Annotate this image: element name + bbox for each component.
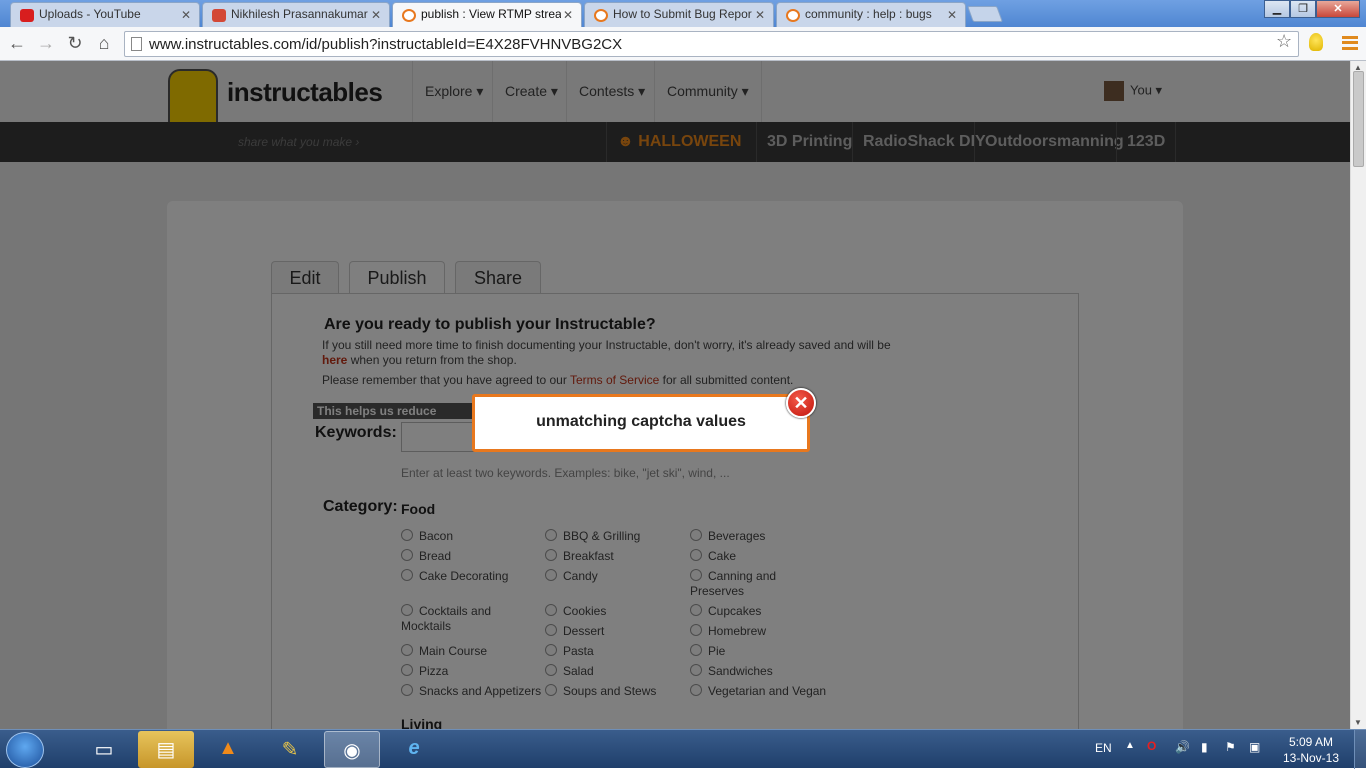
- chrome-menu-icon[interactable]: [1342, 36, 1358, 50]
- tab-label: Uploads - YouTube: [39, 7, 141, 21]
- scroll-down-icon[interactable]: ▼: [1354, 718, 1362, 727]
- show-desktop-button[interactable]: [1354, 730, 1366, 769]
- close-tab-icon[interactable]: ✕: [563, 8, 573, 22]
- new-tab-button[interactable]: [967, 6, 1003, 22]
- browser-tab-google-plus[interactable]: Nikhilesh Prasannakumar ✕: [202, 2, 390, 27]
- clock-time: 5:09 AM: [1288, 735, 1334, 749]
- scrollbar-thumb[interactable]: [1353, 71, 1364, 167]
- captcha-error-dialog: unmatching captcha values: [472, 394, 810, 452]
- volume-icon[interactable]: 🔊: [1175, 740, 1190, 754]
- opera-icon[interactable]: O: [1147, 739, 1156, 753]
- device-icon[interactable]: ▮: [1201, 740, 1208, 754]
- browser-tab-publish[interactable]: publish : View RTMP strea ✕: [392, 2, 582, 28]
- close-tab-icon[interactable]: ✕: [947, 8, 957, 22]
- windows-start-button[interactable]: [6, 732, 44, 768]
- close-dialog-icon[interactable]: ✕: [786, 388, 816, 418]
- close-tab-icon[interactable]: ✕: [181, 8, 191, 22]
- google-plus-icon: [212, 9, 226, 22]
- taskbar-clock[interactable]: 5:09 AM 13-Nov-13: [1276, 734, 1346, 766]
- tab-label: How to Submit Bug Repor: [613, 7, 752, 21]
- close-window-button[interactable]: ✕: [1316, 0, 1360, 18]
- reload-icon[interactable]: ↻: [63, 33, 87, 54]
- folder-icon[interactable]: ▤: [138, 731, 194, 768]
- flag-icon[interactable]: ⚑: [1225, 740, 1236, 754]
- close-tab-icon[interactable]: ✕: [755, 8, 765, 22]
- browser-tab-bug-report[interactable]: How to Submit Bug Repor ✕: [584, 2, 774, 27]
- tab-label: publish : View RTMP strea: [421, 7, 561, 21]
- lightbulb-extension-icon[interactable]: [1309, 33, 1323, 51]
- minimize-button[interactable]: ▁: [1264, 0, 1290, 18]
- forward-arrow-icon[interactable]: →: [34, 33, 58, 54]
- tab-label: community : help : bugs: [805, 7, 932, 21]
- page-viewport: instructables Explore ▾ Create ▾ Contest…: [0, 61, 1350, 729]
- internet-explorer-icon[interactable]: e: [386, 731, 442, 768]
- tray-expand-icon[interactable]: ▲: [1125, 740, 1135, 751]
- page-scrollbar[interactable]: ▲ ▼: [1350, 61, 1366, 729]
- window-controls: ▁ ❐ ✕: [1264, 0, 1360, 20]
- browser-tab-youtube[interactable]: Uploads - YouTube ✕: [10, 2, 200, 27]
- page-icon: [131, 37, 142, 51]
- error-message: unmatching captcha values: [536, 413, 746, 430]
- instructables-icon: [594, 9, 608, 22]
- windows-taskbar: ▭ ▤ ▲ ✎ ◉ e EN ▲ O 🔊 ▮ ⚑ ▣ 5:09 AM 13-No…: [0, 729, 1366, 769]
- paint-icon[interactable]: ✎: [262, 731, 318, 768]
- url-text: www.instructables.com/id/publish?instruc…: [149, 36, 623, 53]
- close-tab-icon[interactable]: ✕: [371, 8, 381, 22]
- language-indicator[interactable]: EN: [1095, 741, 1112, 755]
- address-bar[interactable]: www.instructables.com/id/publish?instruc…: [124, 31, 1299, 57]
- maximize-button[interactable]: ❐: [1290, 0, 1316, 18]
- browser-tab-strip: Uploads - YouTube ✕ Nikhilesh Prasannaku…: [0, 0, 1366, 28]
- network-icon[interactable]: ▣: [1249, 740, 1260, 754]
- vlc-icon[interactable]: ▲: [200, 731, 256, 768]
- back-arrow-icon[interactable]: ←: [5, 33, 29, 54]
- tab-label: Nikhilesh Prasannakumar: [231, 7, 368, 21]
- home-icon[interactable]: ⌂: [92, 33, 116, 54]
- chrome-icon[interactable]: ◉: [324, 731, 380, 768]
- instructables-icon: [402, 9, 416, 22]
- browser-tab-community[interactable]: community : help : bugs ✕: [776, 2, 966, 27]
- youtube-icon: [20, 9, 34, 22]
- windows-explorer-icon[interactable]: ▭: [76, 731, 132, 768]
- instructables-icon: [786, 9, 800, 22]
- clock-date: 13-Nov-13: [1282, 751, 1340, 765]
- browser-toolbar: ← → ↻ ⌂ www.instructables.com/id/publish…: [0, 27, 1366, 61]
- bookmark-star-icon[interactable]: ☆: [1276, 31, 1292, 52]
